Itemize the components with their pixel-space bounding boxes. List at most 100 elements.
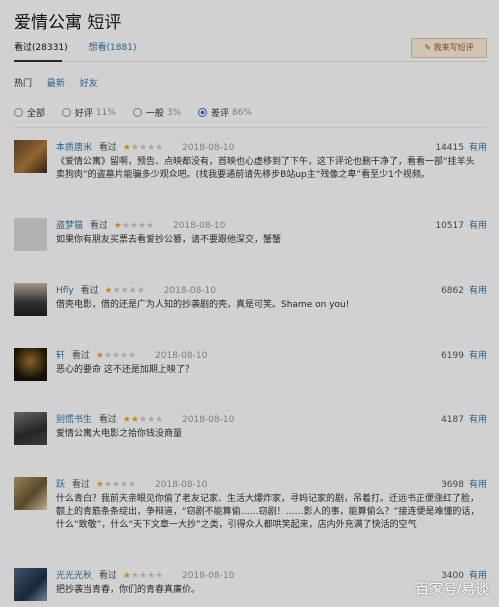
watched-label: 看过	[71, 480, 90, 490]
review-item: 本质唐米 看过 ★★★★★ 2018-08-10 14415 有用 《爱情公寓》留…	[14, 140, 487, 200]
avatar[interactable]	[14, 568, 47, 601]
sort-latest[interactable]: 最新	[47, 79, 65, 89]
active-tab-indicator	[14, 60, 62, 62]
watermark-logo: 百家号/易谈	[415, 581, 489, 597]
tab-watched[interactable]: 看过(28331)	[14, 43, 68, 53]
review-item: 轩 看过 ★★★★★ 2018-08-10 6199 有用 恶心的要命 这不还是加…	[14, 348, 487, 388]
avatar[interactable]	[14, 218, 47, 251]
useful-button[interactable]: 有用	[469, 351, 487, 361]
vote-count: 10517 有用	[435, 218, 487, 231]
review-text: 爱情公寓大电影之拾你钱没商量	[56, 429, 183, 439]
review-text: 借壳电影，借的还是广为人知的抄袭剧的壳，真是可笑。Shame on you!	[56, 300, 350, 310]
review-date: 2018-08-10	[182, 415, 235, 425]
watched-label: 看过	[98, 415, 117, 425]
star-rating: ★★★★★	[95, 480, 137, 490]
pencil-icon: ✎	[424, 43, 432, 52]
review-date: 2018-08-10	[155, 351, 208, 361]
page-subtitle: 短评	[87, 13, 122, 33]
vote-count: 4187 有用	[441, 412, 487, 425]
filter-negative[interactable]: 差评 86%	[197, 106, 252, 119]
review-meta: 光光光秋 看过 ★★★★★ 2018-08-10	[56, 568, 234, 581]
vote-count: 3698 有用	[441, 477, 487, 490]
vote-count: 6199 有用	[441, 348, 487, 361]
write-review-button[interactable]: ✎ 我来写短评	[411, 38, 487, 58]
avatar[interactable]	[14, 140, 47, 173]
star-rating: ★★★★★	[122, 571, 164, 581]
review-text: 恶心的要命 这不还是加期上映了？	[56, 365, 194, 375]
tab-want-to-watch[interactable]: 想看(1881)	[89, 43, 137, 53]
review-meta: Hfly 看过 ★★★★★ 2018-08-10	[56, 283, 216, 296]
watched-label: 看过	[89, 221, 108, 231]
review-date: 2018-08-10	[173, 221, 226, 231]
username[interactable]: 轩	[56, 351, 65, 361]
username[interactable]: 跃	[56, 480, 65, 490]
username[interactable]: 本质唐米	[56, 143, 92, 153]
watched-label: 看过	[80, 286, 99, 296]
radio-button[interactable]	[14, 108, 23, 117]
username[interactable]: 光光光秋	[56, 571, 92, 581]
filter-label: 全部	[27, 109, 46, 119]
useful-count: 6862	[441, 286, 464, 296]
filters-divider	[14, 127, 487, 128]
filter-neutral[interactable]: 一般 3%	[132, 106, 182, 119]
review-meta: 跃 看过 ★★★★★ 2018-08-10	[56, 477, 207, 490]
avatar[interactable]	[14, 283, 47, 316]
star-rating: ★★★★★	[104, 286, 145, 296]
username[interactable]: 别慌书生	[56, 415, 92, 425]
status-tabs: 看过(28331) 想看(1881)	[14, 40, 154, 53]
useful-button[interactable]: 有用	[469, 221, 487, 231]
useful-button[interactable]: 有用	[469, 286, 487, 296]
filter-percent: 3%	[166, 107, 182, 118]
filter-percent: 86%	[231, 107, 252, 118]
star-rating: ★★★★★	[122, 143, 164, 153]
star-rating: ★★★★★	[95, 351, 137, 361]
review-item: Hfly 看过 ★★★★★ 2018-08-10 6862 有用 借壳电影，借的还…	[14, 283, 487, 323]
avatar[interactable]	[14, 477, 47, 510]
useful-count: 14415	[435, 143, 464, 153]
review-item: 跃 看过 ★★★★★ 2018-08-10 3698 有用 什么青白？我前天亲眼见…	[14, 477, 487, 549]
review-date: 2018-08-10	[182, 143, 235, 153]
radio-button-selected[interactable]	[197, 108, 207, 117]
write-review-label: 我来写短评	[433, 43, 474, 52]
review-text: 《爱情公寓》留啊，预告、点映都没有，首映也心虚移到了下午，这下评论也删干净了，看…	[56, 157, 475, 180]
useful-button[interactable]: 有用	[469, 480, 487, 490]
avatar[interactable]	[14, 412, 47, 445]
review-date: 2018-08-10	[182, 571, 235, 581]
sort-options: 热门 最新 好友	[14, 76, 110, 89]
rating-filters: 全部 好评 11% 一般 3% 差评 86%	[14, 106, 266, 120]
comments-page: 爱情公寓 短评 看过(28331) 想看(1881) ✎ 我来写短评 热门 最新…	[0, 0, 499, 607]
filter-label: 好评	[74, 109, 93, 119]
avatar[interactable]	[14, 348, 47, 381]
filter-positive[interactable]: 好评 11%	[61, 106, 116, 119]
watched-label: 看过	[98, 143, 117, 153]
review-text: 什么青白？我前天亲眼见你偷了老友记家、生活大爆炸家，寻妈记家的剧，吊着打。迁远书…	[56, 494, 480, 530]
vote-count: 6862 有用	[441, 283, 487, 296]
tabs-divider	[14, 61, 487, 62]
useful-count: 10517	[435, 221, 464, 231]
useful-count: 4187	[441, 415, 464, 425]
page-title: 爱情公寓 短评	[14, 8, 121, 33]
radio-button[interactable]	[132, 108, 142, 117]
filter-all[interactable]: 全部	[14, 106, 45, 119]
review-meta: 轩 看过 ★★★★★ 2018-08-10	[56, 348, 207, 361]
review-text: 如果你有朋友买票去看爱抄公篡，请不要跟他深交，蟹蟹	[56, 235, 282, 245]
review-meta: 别慌书生 看过 ★★★★★ 2018-08-10	[56, 412, 234, 425]
review-item: 盗梦猫 看过 ★★★★★ 2018-08-10 10517 有用 如果你有朋友买票…	[14, 218, 487, 258]
radio-button[interactable]	[61, 108, 71, 117]
useful-count: 3698	[441, 480, 464, 490]
useful-button[interactable]: 有用	[469, 143, 487, 153]
review-item: 别慌书生 看过 ★★★★★ 2018-08-10 4187 有用 爱情公寓大电影之…	[14, 412, 487, 452]
movie-title: 爱情公寓	[14, 13, 82, 33]
filter-percent: 11%	[95, 107, 116, 118]
useful-count: 6199	[441, 351, 464, 361]
watched-label: 看过	[98, 571, 117, 581]
star-rating: ★★★★★	[122, 415, 164, 425]
filter-label: 差评	[210, 109, 229, 119]
username[interactable]: 盗梦猫	[56, 221, 83, 231]
review-date: 2018-08-10	[163, 286, 217, 296]
sort-friends[interactable]: 好友	[80, 79, 98, 89]
username[interactable]: Hfly	[56, 286, 74, 296]
review-date: 2018-08-10	[155, 480, 208, 490]
sort-hot[interactable]: 热门	[14, 79, 32, 89]
useful-button[interactable]: 有用	[469, 415, 487, 425]
